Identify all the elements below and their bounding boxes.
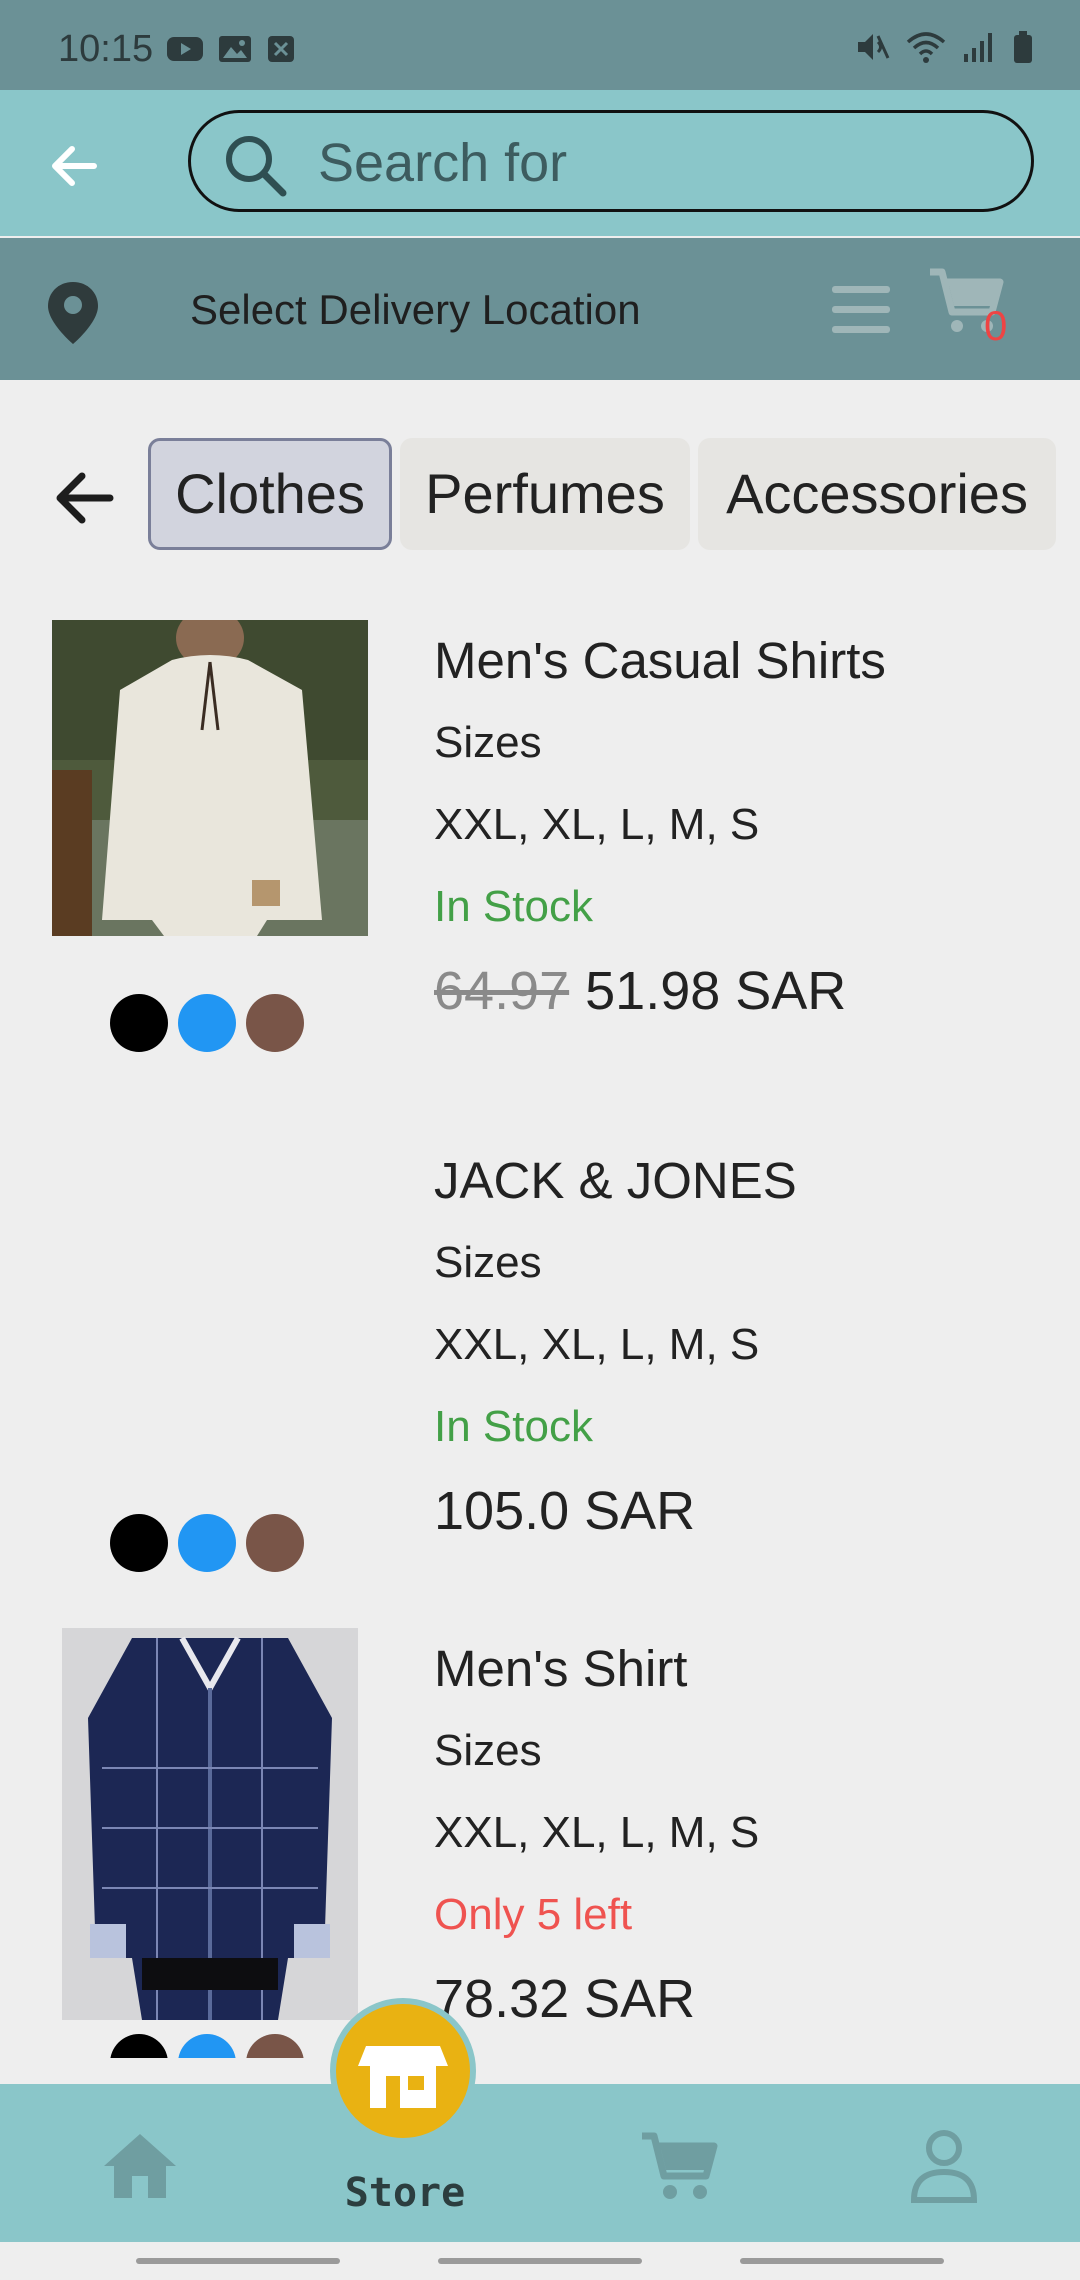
signal-icon	[964, 33, 992, 62]
gallery-icon	[219, 36, 251, 62]
color-swatch-brown[interactable]	[246, 2034, 304, 2058]
product-details: Men's Shirt Sizes XXL, XL, L, M, S Only …	[434, 1628, 759, 2042]
status-bar: 10:15	[0, 0, 1080, 90]
arrow-left-icon	[52, 146, 97, 186]
store-icon	[358, 2046, 448, 2108]
color-swatches	[110, 2034, 304, 2058]
sizes-label: Sizes	[434, 1726, 542, 1775]
delivery-location-bar: Select Delivery Location 0	[0, 238, 1080, 380]
product-card[interactable]: JACK & JONES Sizes XXL, XL, L, M, S In S…	[0, 1140, 1080, 1580]
status-time: 10:15	[58, 28, 154, 70]
back-button[interactable]	[44, 136, 104, 196]
home-icon	[104, 2134, 176, 2198]
tab-accessories[interactable]: Accessories	[698, 438, 1056, 550]
product-name: JACK & JONES	[434, 1152, 797, 1209]
sizes-list: XXL, XL, L, M, S	[434, 1320, 760, 1369]
color-swatch-black[interactable]	[110, 1514, 168, 1572]
nav-cart[interactable]	[620, 2084, 740, 2242]
status-notification-icons	[166, 34, 296, 64]
sizes-label: Sizes	[434, 718, 542, 767]
product-card[interactable]: Men's Shirt Sizes XXL, XL, L, M, S Only …	[0, 1628, 1080, 2058]
product-name: Men's Shirt	[434, 1640, 688, 1697]
product-photo-linen-shirt	[52, 620, 368, 936]
arrow-left-icon[interactable]	[52, 468, 116, 528]
color-swatch-blue[interactable]	[178, 2034, 236, 2058]
product-details: JACK & JONES Sizes XXL, XL, L, M, S In S…	[434, 1140, 797, 1554]
color-swatch-brown[interactable]	[246, 1514, 304, 1572]
stock-status: Only 5 left	[434, 1890, 633, 1939]
search-icon	[226, 136, 287, 197]
bottom-navigation	[0, 2084, 1080, 2242]
category-tabs: Clothes Perfumes Accessories	[0, 438, 1080, 554]
gesture-line	[740, 2258, 944, 2264]
color-swatch-black[interactable]	[110, 994, 168, 1052]
search-bar[interactable]	[188, 110, 1034, 212]
blocked-app-icon	[268, 36, 294, 62]
sizes-list: XXL, XL, L, M, S	[434, 1808, 760, 1857]
product-image[interactable]	[52, 620, 368, 936]
color-swatch-blue[interactable]	[178, 994, 236, 1052]
color-swatch-brown[interactable]	[246, 994, 304, 1052]
cart-button[interactable]: 0	[928, 266, 1018, 356]
nav-profile[interactable]	[884, 2084, 1004, 2242]
nav-home[interactable]	[80, 2084, 200, 2242]
store-button[interactable]	[330, 1998, 476, 2144]
search-header	[0, 90, 1080, 236]
product-details: Men's Casual Shirts Sizes XXL, XL, L, M,…	[434, 620, 886, 1034]
current-price: 51.98 SAR	[585, 961, 847, 1021]
current-price: 105.0 SAR	[434, 1481, 696, 1541]
wifi-icon	[906, 32, 946, 63]
product-photo-plaid-shirt	[62, 1628, 358, 2020]
price-row: 64.97 51.98 SAR	[434, 948, 886, 1034]
stock-status: In Stock	[434, 882, 593, 931]
delivery-location-label[interactable]: Select Delivery Location	[190, 286, 641, 334]
youtube-icon	[167, 37, 203, 61]
old-price: 64.97	[434, 961, 570, 1021]
color-swatches	[110, 1514, 304, 1572]
color-swatch-blue[interactable]	[178, 1514, 236, 1572]
gesture-line	[438, 2258, 642, 2264]
sizes-label: Sizes	[434, 1238, 542, 1287]
status-system-icons	[854, 30, 1034, 64]
current-price: 78.32 SAR	[434, 1969, 696, 2029]
stock-status: In Stock	[434, 1402, 593, 1451]
tab-perfumes[interactable]: Perfumes	[400, 438, 690, 550]
gesture-line	[136, 2258, 340, 2264]
menu-icon[interactable]	[828, 282, 894, 338]
tab-clothes[interactable]: Clothes	[148, 438, 392, 550]
location-pin-icon[interactable]	[44, 280, 102, 346]
sizes-list: XXL, XL, L, M, S	[434, 800, 760, 849]
cart-count-badge: 0	[984, 302, 1008, 349]
product-name: Men's Casual Shirts	[434, 632, 886, 689]
product-image[interactable]	[62, 1628, 358, 2020]
store-label: Store	[344, 2170, 466, 2216]
mute-icon	[858, 34, 890, 60]
profile-icon	[910, 2130, 978, 2203]
product-card[interactable]: Men's Casual Shirts Sizes XXL, XL, L, M,…	[0, 620, 1080, 1100]
gesture-bar	[0, 2242, 1080, 2280]
color-swatch-black[interactable]	[110, 2034, 168, 2058]
color-swatches	[110, 994, 304, 1052]
cart-icon	[642, 2132, 718, 2199]
battery-icon	[1014, 31, 1032, 63]
search-input[interactable]	[316, 127, 1000, 199]
